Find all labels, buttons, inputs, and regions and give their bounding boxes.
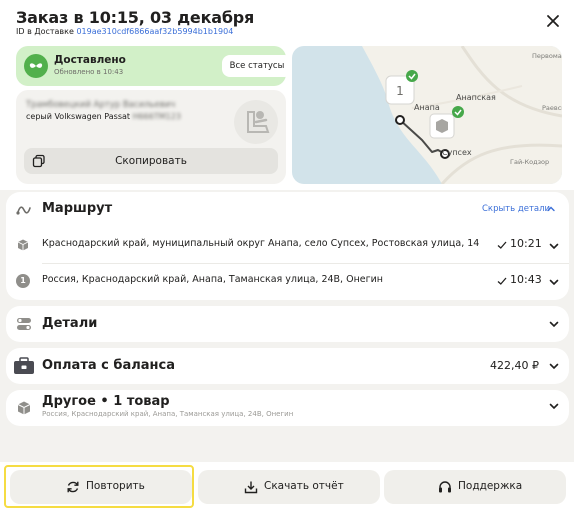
copy-button[interactable]: Скопировать [24,148,278,174]
other-title: Другое • 1 товар [42,394,170,409]
close-icon [547,15,559,27]
other-section[interactable]: Другое • 1 товар Россия, Краснодарский к… [6,390,569,426]
route-title: Маршрут [42,201,113,216]
driver-card: Трамбовецкий Артур Васильевич серый Volk… [16,90,286,184]
payment-amount: 422,40 ₽ [490,359,539,372]
download-icon [244,481,258,494]
map-cluster-count: 1 [396,84,404,98]
map-label-gai: Гай-Кодзор [510,158,550,166]
payment-section[interactable]: Оплата с баланса 422,40 ₽ [6,348,569,384]
car-plate: Н666ТМ123 [132,112,181,121]
map-label-pervomaysky: Первомайский [532,52,562,60]
driver-car: серый Volkswagen Passat Н666ТМ123 [26,112,181,121]
headset-icon [439,481,451,493]
map-label-suphes: Супсех [442,148,472,157]
order-summary: Доставлено Обновлено в 10:43 Все статусы… [0,46,574,190]
download-report-label: Скачать отчёт [264,480,344,492]
status-icon [24,54,48,78]
support-button[interactable]: Поддержка [384,470,566,504]
order-header: Заказ в 10:15, 03 декабря ID в Доставке … [0,0,574,46]
pickup-address: Краснодарский край, муниципальный округ … [42,238,480,249]
repeat-label: Повторить [86,480,145,492]
chevron-down-icon[interactable] [548,240,560,252]
package-icon [17,239,29,251]
order-title: Заказ в 10:15, 03 декабря [16,8,255,27]
driver-seat-icon [247,111,270,133]
driver-name: Трамбовецкий Артур Васильевич [26,100,176,110]
chevron-down-icon[interactable] [548,400,560,412]
map-label-anapa: Анапа [414,103,440,112]
stop-number-badge: 1 [16,274,30,288]
status-title: Доставлено [54,54,126,66]
details-title: Детали [42,316,98,331]
details-section[interactable]: Детали [6,306,569,342]
all-statuses-button[interactable]: Все статусы [222,55,292,77]
footer-actions: Повторить Скачать отчёт Поддержка [0,462,574,520]
close-button[interactable] [544,12,562,30]
map-label-anapskaya: Анапская [456,93,496,102]
order-id-link[interactable]: 019ae310cdf6866aaf32b5994b1b1904 [76,27,233,36]
package-icon [17,401,31,415]
route-stop-pickup[interactable]: Краснодарский край, муниципальный округ … [6,230,569,262]
copy-label: Скопировать [115,155,187,167]
status-card: Доставлено Обновлено в 10:43 Все статусы [16,46,292,86]
other-subtitle: Россия, Краснодарский край, Анапа, Таман… [42,410,294,418]
chevron-down-icon[interactable] [548,318,560,330]
chevron-down-icon[interactable] [548,276,560,288]
chevron-up-icon[interactable] [546,204,556,214]
check-icon [497,241,507,249]
route-section: Маршрут Скрыть детали Краснодарский край… [6,192,569,300]
toggles-icon [17,318,31,330]
driver-avatar [234,100,278,144]
order-details-panel: Заказ в 10:15, 03 декабря ID в Доставке … [0,0,574,520]
order-id-line: ID в Доставке 019ae310cdf6866aaf32b5994b… [16,27,233,36]
route-divider [42,263,569,264]
download-report-button[interactable]: Скачать отчёт [198,470,380,504]
chevron-down-icon[interactable] [548,360,560,372]
route-map[interactable]: 1 Анапа Анапская Супсех Гай-Кодзор Раевс… [292,46,562,184]
repeat-icon [67,481,79,493]
car-model: серый Volkswagen Passat [26,112,131,121]
payment-title: Оплата с баланса [42,358,175,373]
status-updated-time: Обновлено в 10:43 [54,68,124,76]
order-id-label: ID в Доставке [16,27,74,36]
hide-details-link[interactable]: Скрыть детали [482,204,550,214]
route-stop-dropoff[interactable]: 1 Россия, Краснодарский край, Анапа, Там… [6,266,569,298]
dropoff-time: 10:43 [510,273,542,286]
repeat-button[interactable]: Повторить [10,470,192,504]
wallet-icon [14,357,34,374]
map-label-raevskaya: Раевская [542,104,562,112]
route-icon [16,206,31,215]
support-label: Поддержка [458,480,523,492]
dropoff-address: Россия, Краснодарский край, Анапа, Таман… [42,274,384,285]
pickup-time: 10:21 [510,237,542,250]
check-icon [497,277,507,285]
